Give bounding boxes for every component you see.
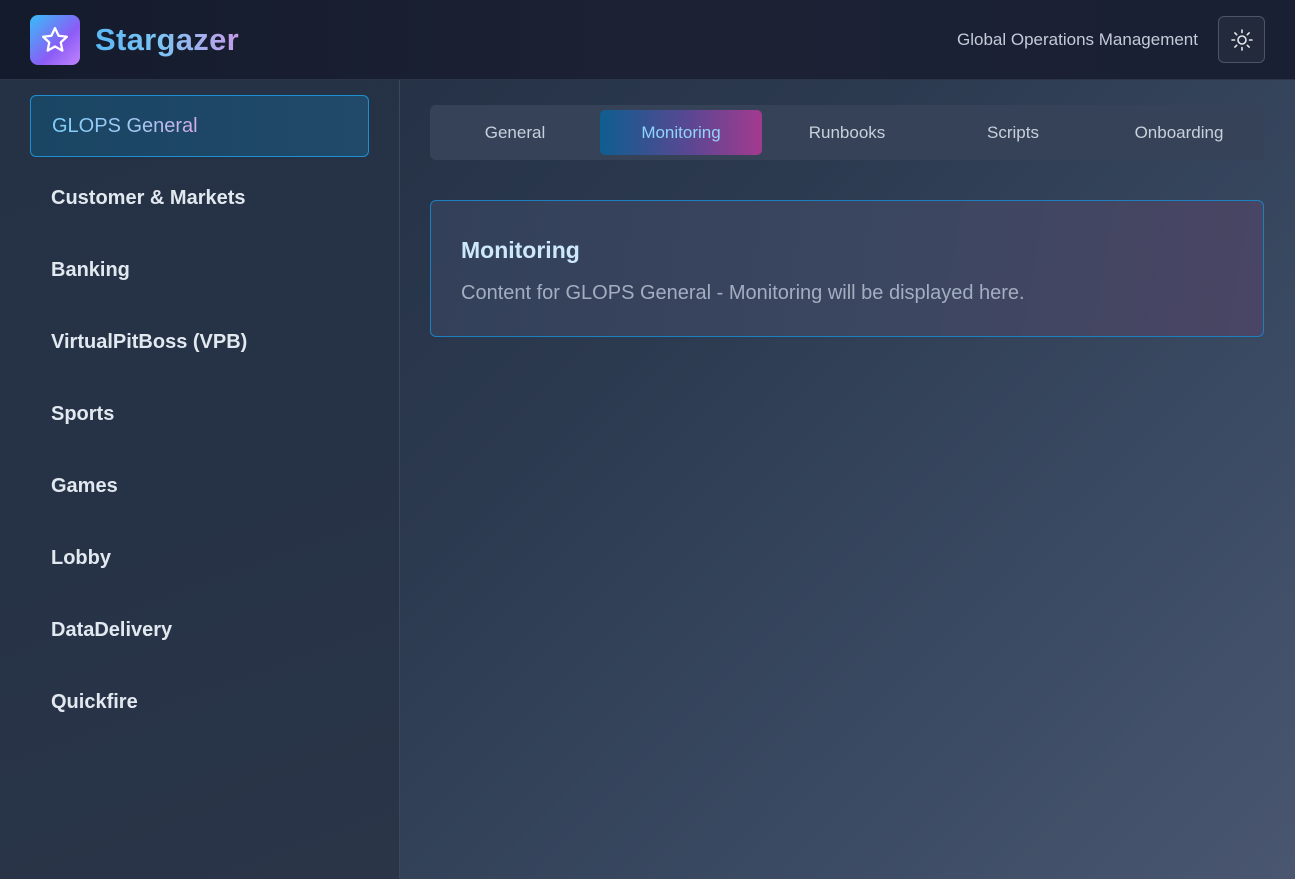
content-body: Content for GLOPS General - Monitoring w… [461,282,1025,304]
sidebar-item-label: Banking [51,258,130,281]
sidebar-item-label: Customer & Markets [51,186,246,209]
tab-runbooks[interactable]: Runbooks [766,110,928,155]
top-header: Stargazer Global Operations Management [0,0,1295,80]
tab-monitoring[interactable]: Monitoring [600,110,762,155]
sidebar-item-customer-markets[interactable]: Customer & Markets [30,167,369,229]
sidebar-item-lobby[interactable]: Lobby [30,527,369,589]
logo[interactable] [30,15,80,65]
sidebar-item-datadelivery[interactable]: DataDelivery [30,599,369,661]
tab-onboarding[interactable]: Onboarding [1098,110,1260,155]
sidebar-item-label: Games [51,474,118,497]
theme-toggle-button[interactable] [1218,16,1265,63]
sidebar-item-label: GLOPS General [52,114,198,137]
brand-name: Stargazer [95,20,239,60]
content-card: Monitoring Content for GLOPS General - M… [430,200,1264,337]
star-icon [42,27,68,52]
sidebar-item-virtualpitboss[interactable]: VirtualPitBoss (VPB) [30,311,369,373]
app-window: Stargazer Global Operations Management G… [0,0,1295,879]
sidebar-item-games[interactable]: Games [30,455,369,517]
sidebar-item-label: Lobby [51,546,111,569]
sidebar-item-label: Sports [51,402,115,425]
sidebar-item-quickfire[interactable]: Quickfire [30,671,369,733]
sidebar-item-glops-general[interactable]: GLOPS General [30,95,369,157]
tab-bar: General Monitoring Runbooks Scripts Onbo… [430,105,1264,160]
sidebar-item-label: Quickfire [51,690,138,713]
tab-scripts[interactable]: Scripts [932,110,1094,155]
sidebar-item-label: DataDelivery [51,618,173,641]
sidebar: GLOPS General Customer & Markets Banking… [0,80,400,879]
content-title: Monitoring [461,237,580,263]
tab-general[interactable]: General [434,110,596,155]
sidebar-item-sports[interactable]: Sports [30,383,369,445]
sidebar-item-label: VirtualPitBoss (VPB) [51,330,248,353]
sun-icon [1230,28,1253,51]
sidebar-item-banking[interactable]: Banking [30,239,369,301]
org-label: Global Operations Management [957,30,1198,49]
